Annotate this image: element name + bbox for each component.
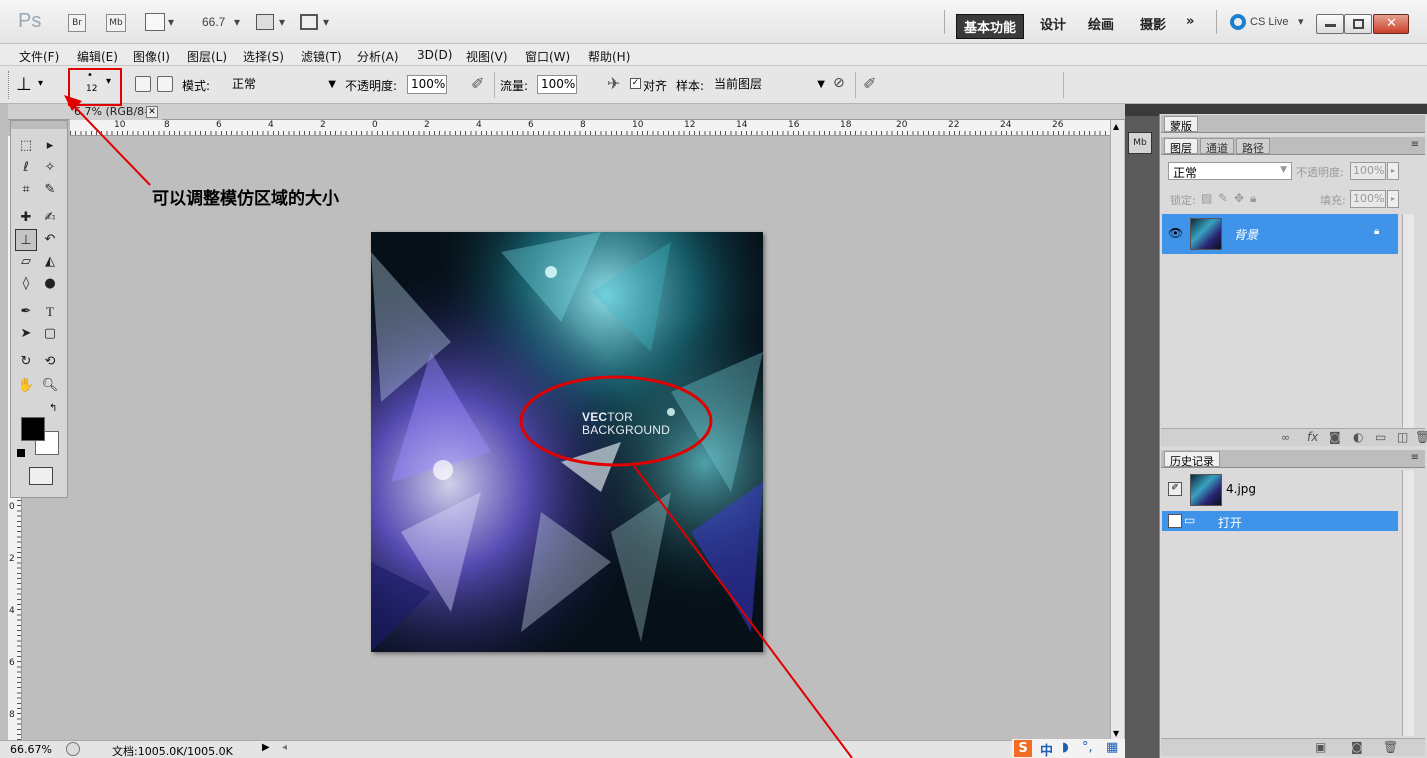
annotation-pointer-line [633,465,853,758]
annotation-ellipse [519,375,713,467]
annotation-overlay [64,95,853,758]
annotation-arrow-head [64,95,82,111]
annotation-arrow-line [71,103,151,186]
